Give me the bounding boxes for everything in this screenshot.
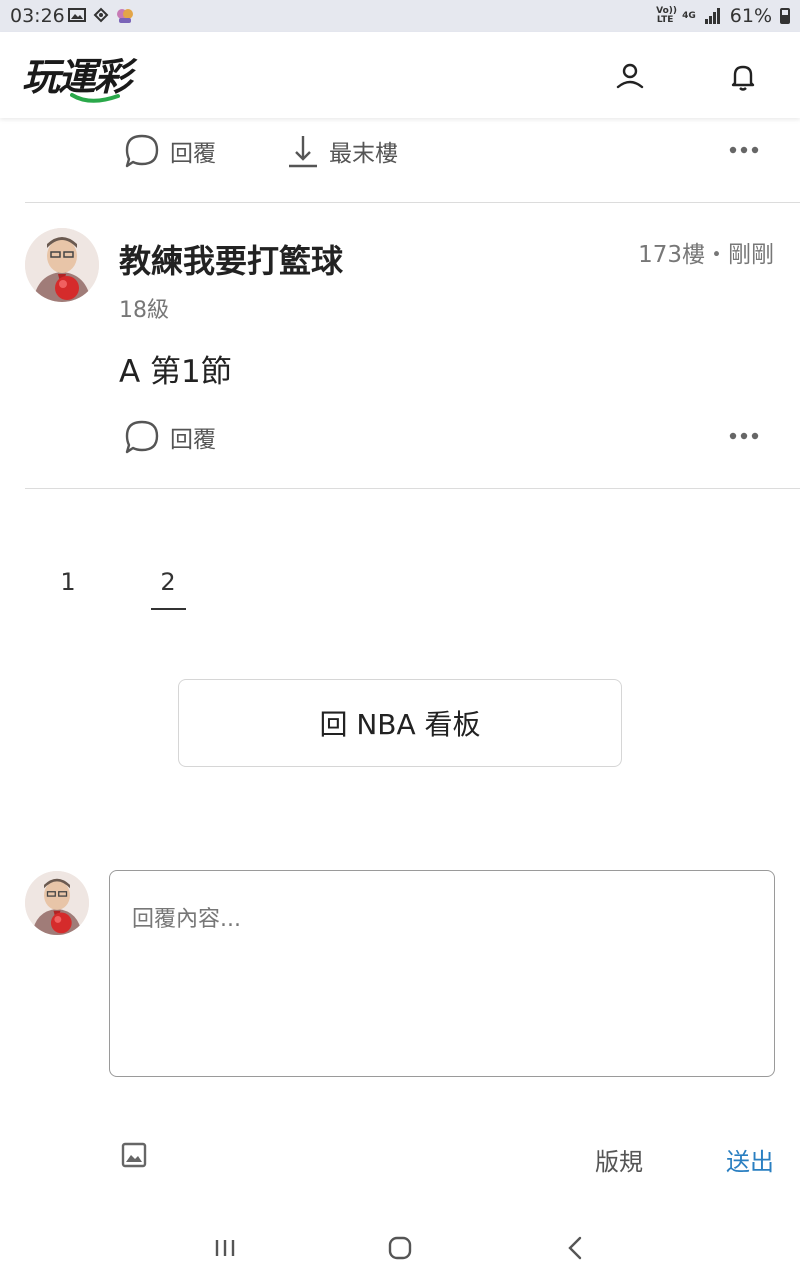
user-level: 18級 xyxy=(119,298,169,323)
post-floor-time: 173樓・剛剛 xyxy=(638,242,774,268)
image-upload-icon[interactable] xyxy=(121,1142,147,1168)
reply-button[interactable]: 回覆 xyxy=(124,133,216,169)
send-button[interactable]: 送出 xyxy=(726,1142,774,1177)
avatar-image xyxy=(25,871,89,935)
gallery-icon xyxy=(68,8,86,22)
notification-icons xyxy=(68,6,134,24)
signal-icon xyxy=(704,8,720,24)
post-divider xyxy=(25,202,800,203)
current-user-avatar xyxy=(25,871,89,935)
app-header: 玩運彩 xyxy=(0,32,800,118)
volte-label: Vo)) LTE xyxy=(656,6,677,25)
reply-textarea[interactable]: 回覆內容... xyxy=(109,870,775,1077)
last-floor-label: 最末樓 xyxy=(329,141,398,167)
sync-icon xyxy=(93,7,109,23)
system-nav-bar xyxy=(0,1210,800,1280)
page-link-1[interactable]: 1 xyxy=(48,568,88,596)
back-to-board-button[interactable]: 回 NBA 看板 xyxy=(178,679,622,767)
status-bar: 03:26 Vo)) LTE 4G 61% xyxy=(0,0,800,32)
post-content: A 第1節 xyxy=(119,354,232,390)
network-label: 4G xyxy=(682,10,696,21)
battery-icon xyxy=(780,8,790,24)
avatar[interactable] xyxy=(25,228,99,302)
board-rules-link[interactable]: 版規 xyxy=(595,1142,643,1177)
avatar-image xyxy=(25,228,99,302)
active-page-indicator xyxy=(151,608,186,610)
more-options-icon[interactable] xyxy=(729,432,759,440)
post-reply-button[interactable]: 回覆 xyxy=(124,419,216,455)
reply-label: 回覆 xyxy=(170,141,216,167)
post-divider xyxy=(25,488,800,489)
home-icon[interactable] xyxy=(388,1236,412,1260)
back-icon[interactable] xyxy=(566,1236,584,1260)
comment-icon xyxy=(125,134,159,168)
recent-apps-icon[interactable] xyxy=(214,1238,236,1258)
arrow-down-icon xyxy=(289,136,317,168)
page-link-2-active[interactable]: 2 xyxy=(148,568,188,596)
reply-label: 回覆 xyxy=(170,427,216,453)
user-icon[interactable] xyxy=(613,60,647,94)
more-options-icon[interactable] xyxy=(729,146,759,154)
battery-percent: 61% xyxy=(729,5,772,27)
post-username[interactable]: 教練我要打籃球 xyxy=(119,236,343,282)
status-time: 03:26 xyxy=(10,5,65,27)
last-floor-button[interactable]: 最末樓 xyxy=(287,133,398,169)
app-avatar-icon xyxy=(117,9,133,23)
comment-icon xyxy=(125,420,159,454)
bell-icon[interactable] xyxy=(726,60,760,94)
status-indicators: Vo)) LTE 4G 61% xyxy=(656,5,790,27)
logo-swoosh-icon xyxy=(70,93,120,103)
reply-placeholder: 回覆內容... xyxy=(132,907,241,932)
